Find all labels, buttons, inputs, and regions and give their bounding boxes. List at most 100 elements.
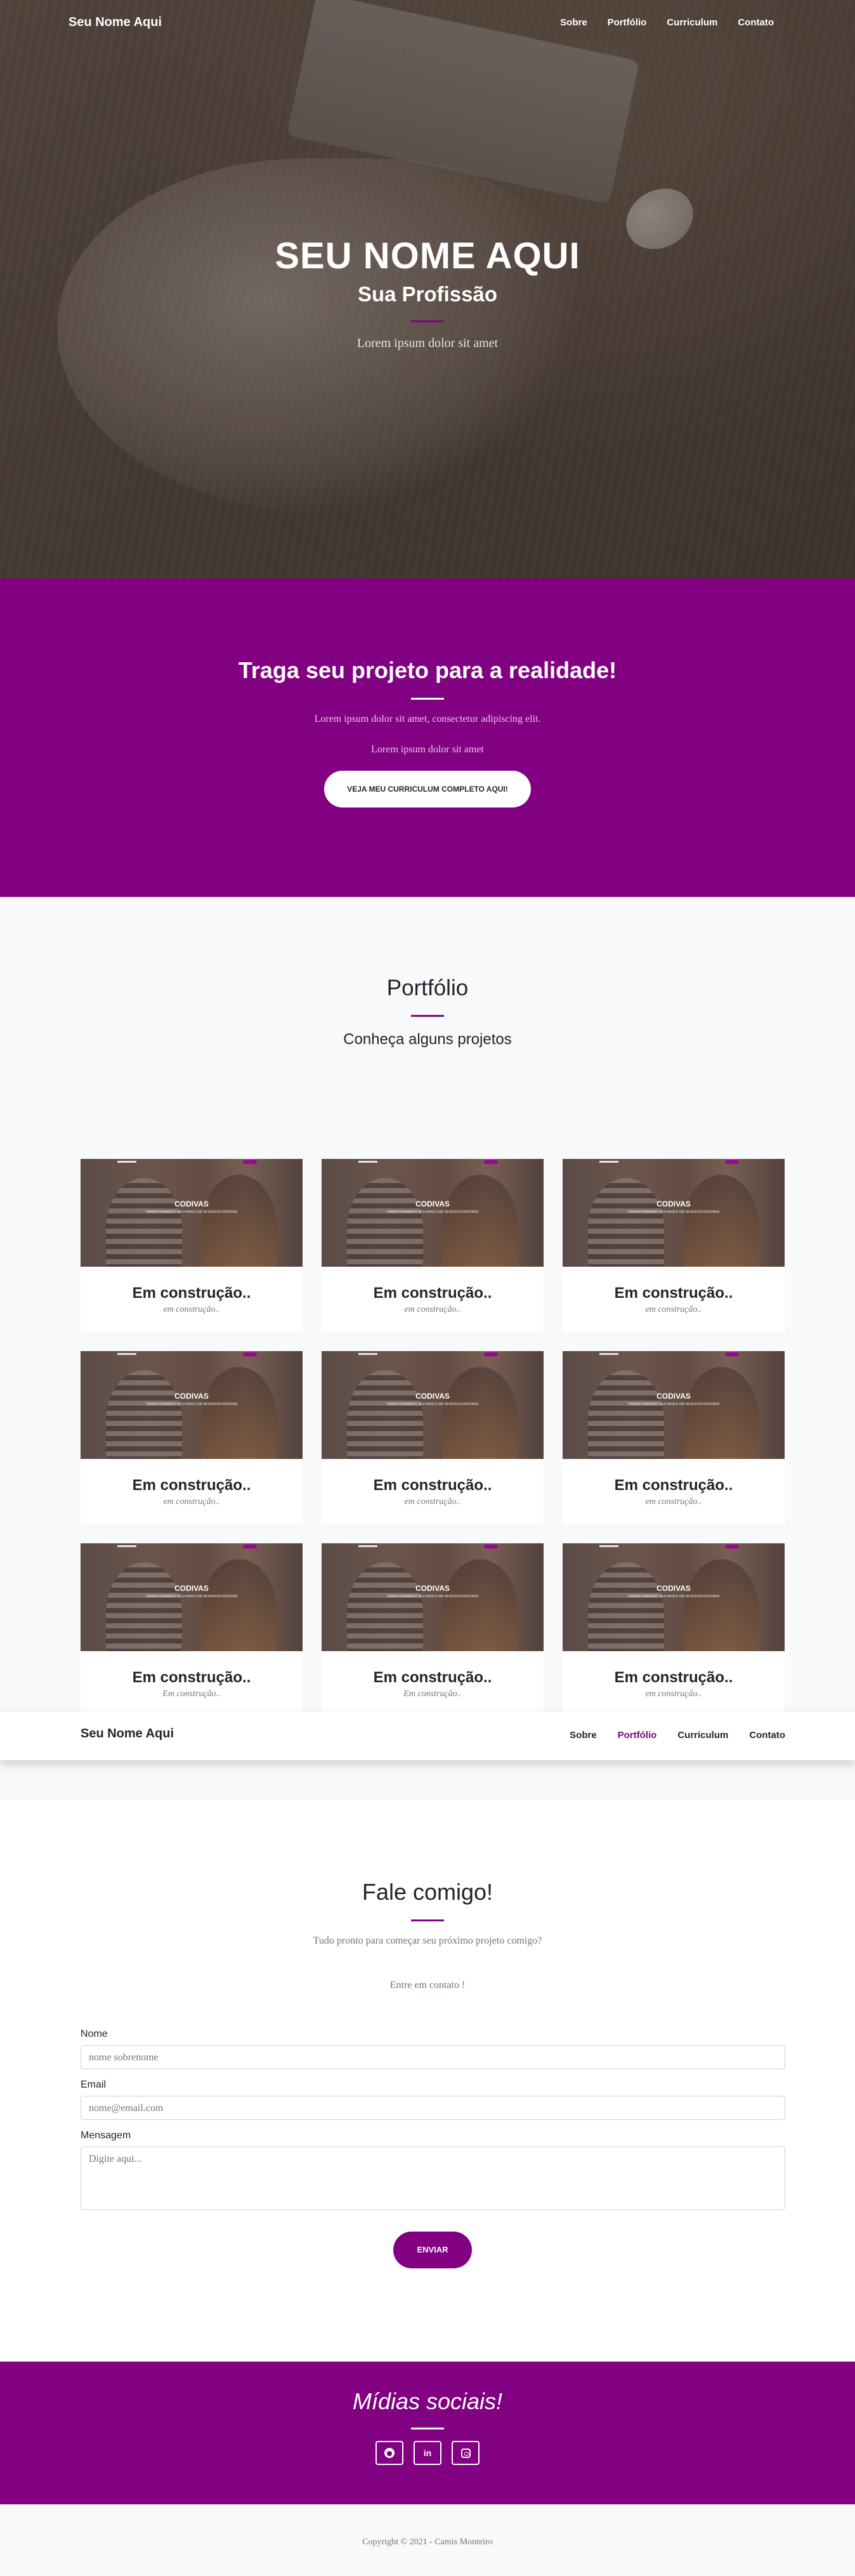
send-button[interactable]: ENVIAR <box>393 2232 472 2268</box>
contact-section: Fale comigo! Tudo pronto para começar se… <box>0 1800 855 2362</box>
project-thumbnail[interactable]: CODIVAS TRANSFORMANDO MULHERES EM DESENV… <box>563 1159 785 1267</box>
thumbnail-button <box>725 1352 739 1356</box>
portfolio-card[interactable]: CODIVAS TRANSFORMANDO MULHERES EM DESENV… <box>81 1543 303 1716</box>
project-thumbnail[interactable]: CODIVAS TRANSFORMANDO MULHERES EM DESENV… <box>322 1543 544 1651</box>
portfolio-divider <box>411 1015 444 1017</box>
hero-content: SEU NOME AQUI Sua Profissão Lorem ipsum … <box>0 235 855 351</box>
project-thumbnail[interactable]: CODIVAS TRANSFORMANDO MULHERES EM DESENV… <box>322 1351 544 1459</box>
name-field[interactable]: nome sobrenome <box>81 2045 785 2069</box>
project-thumbnail[interactable]: CODIVAS TRANSFORMANDO MULHERES EM DESENV… <box>81 1543 303 1651</box>
sticky-nav-link-contato[interactable]: Contato <box>749 1730 785 1741</box>
message-field[interactable]: Digite aqui... <box>81 2147 785 2210</box>
card-title: Em construção.. <box>132 1477 251 1494</box>
thumbnail-title: CODIVAS <box>415 1392 450 1401</box>
portfolio-card[interactable]: CODIVAS TRANSFORMANDO MULHERES EM DESENV… <box>563 1543 785 1716</box>
cta-title: Traga seu projeto para a realidade! <box>238 657 617 683</box>
hero-section: Seu Nome Aqui Sobre Portfólio Curriculum… <box>0 0 855 579</box>
card-title: Em construção.. <box>132 1669 251 1686</box>
contact-lead: Tudo pronto para começar seu próximo pro… <box>313 1935 542 1946</box>
navbar-links: Sobre Portfólio Curriculum Contato <box>560 17 774 28</box>
card-subtitle: em construção.. <box>645 1689 702 1699</box>
thumbnail-title: CODIVAS <box>415 1584 450 1593</box>
cta-text-1: Lorem ipsum dolor sit amet, consectetur … <box>314 714 541 724</box>
thumbnail-subtitle: TRANSFORMANDO MULHERES EM DESENVOLVEDORA… <box>386 1210 479 1214</box>
card-title: Em construção.. <box>614 1477 733 1494</box>
thumbnail-brand <box>599 1353 618 1355</box>
thumbnail-brand <box>599 1545 618 1547</box>
sticky-navbar: Seu Nome Aqui Sobre Portfólio Curriculum… <box>0 1712 855 1760</box>
thumbnail-button <box>725 1160 739 1164</box>
sticky-nav-link-portfolio[interactable]: Portfólio <box>618 1730 657 1741</box>
thumbnail-button <box>243 1352 257 1356</box>
linkedin-icon: in <box>423 2448 432 2458</box>
sticky-nav-link-curriculum[interactable]: Curriculum <box>677 1730 728 1741</box>
thumbnail-navbar <box>81 1159 303 1165</box>
thumbnail-subtitle: TRANSFORMANDO MULHERES EM DESENVOLVEDORA… <box>145 1210 238 1214</box>
card-subtitle: Em construção.. <box>162 1689 221 1699</box>
sticky-nav-link-sobre[interactable]: Sobre <box>570 1730 597 1741</box>
thumbnail-navbar <box>563 1543 785 1550</box>
top-navbar: Seu Nome Aqui Sobre Portfólio Curriculum… <box>0 0 855 46</box>
thumbnail-subtitle: TRANSFORMANDO MULHERES EM DESENVOLVEDORA… <box>386 1402 479 1406</box>
portfolio-card[interactable]: CODIVAS TRANSFORMANDO MULHERES EM DESENV… <box>322 1351 544 1524</box>
thumbnail-title: CODIVAS <box>656 1392 691 1401</box>
portfolio-card[interactable]: CODIVAS TRANSFORMANDO MULHERES EM DESENV… <box>563 1159 785 1332</box>
navbar-brand[interactable]: Seu Nome Aqui <box>69 15 162 30</box>
thumbnail-title: CODIVAS <box>656 1584 691 1593</box>
curriculum-button[interactable]: VEJA MEU CURRICULUM COMPLETO AQUI! <box>324 771 531 807</box>
thumbnail-navbar <box>81 1351 303 1357</box>
portfolio-card[interactable]: CODIVAS TRANSFORMANDO MULHERES EM DESENV… <box>322 1159 544 1332</box>
card-subtitle: em construção.. <box>645 1305 702 1314</box>
portfolio-card[interactable]: CODIVAS TRANSFORMANDO MULHERES EM DESENV… <box>81 1159 303 1332</box>
instagram-link[interactable] <box>452 2441 480 2465</box>
thumbnail-button <box>484 1545 498 1548</box>
portfolio-card[interactable]: CODIVAS TRANSFORMANDO MULHERES EM DESENV… <box>322 1543 544 1716</box>
card-subtitle: em construção.. <box>163 1305 220 1314</box>
email-label: Email <box>81 2079 107 2090</box>
thumbnail-navbar <box>563 1159 785 1165</box>
cta-text-2: Lorem ipsum dolor sit amet <box>371 744 484 755</box>
portfolio-card[interactable]: CODIVAS TRANSFORMANDO MULHERES EM DESENV… <box>563 1351 785 1524</box>
thumbnail-title: CODIVAS <box>174 1392 209 1401</box>
thumbnail-button <box>725 1545 739 1548</box>
nav-link-contato[interactable]: Contato <box>738 17 774 28</box>
hero-text: Lorem ipsum dolor sit amet <box>356 336 499 350</box>
cta-section: Traga seu projeto para a realidade! Lore… <box>0 579 855 897</box>
project-thumbnail[interactable]: CODIVAS TRANSFORMANDO MULHERES EM DESENV… <box>322 1159 544 1267</box>
project-thumbnail[interactable]: CODIVAS TRANSFORMANDO MULHERES EM DESENV… <box>81 1159 303 1267</box>
thumbnail-subtitle: TRANSFORMANDO MULHERES EM DESENVOLVEDORA… <box>145 1402 238 1406</box>
nav-link-curriculum[interactable]: Curriculum <box>667 17 717 28</box>
card-title: Em construção.. <box>373 1477 492 1494</box>
card-subtitle: em construção.. <box>645 1497 702 1507</box>
copyright-text: Copyright © 2021 - Camis Monteiro <box>362 2537 493 2547</box>
github-link[interactable] <box>375 2441 403 2465</box>
thumbnail-brand <box>117 1353 136 1355</box>
thumbnail-button <box>484 1352 498 1356</box>
contact-form: Nome nome sobrenome Email nome@email.com… <box>81 2029 785 2220</box>
hero-title: SEU NOME AQUI <box>275 235 580 277</box>
social-divider <box>411 2428 444 2429</box>
portfolio-card[interactable]: CODIVAS TRANSFORMANDO MULHERES EM DESENV… <box>81 1351 303 1524</box>
contact-title: Fale comigo! <box>362 1879 493 1905</box>
nav-link-sobre[interactable]: Sobre <box>560 17 587 28</box>
card-title: Em construção.. <box>373 1669 492 1686</box>
thumbnail-navbar <box>322 1351 544 1357</box>
portfolio-grid: CODIVAS TRANSFORMANDO MULHERES EM DESENV… <box>81 1159 786 1716</box>
card-subtitle: Em construção.. <box>403 1689 462 1699</box>
social-icons: in <box>0 2441 855 2465</box>
thumbnail-subtitle: TRANSFORMANDO MULHERES EM DESENVOLVEDORA… <box>627 1595 720 1599</box>
thumbnail-navbar <box>322 1159 544 1165</box>
card-subtitle: em construção.. <box>404 1305 461 1314</box>
sticky-navbar-brand[interactable]: Seu Nome Aqui <box>81 1727 174 1741</box>
thumbnail-navbar <box>81 1543 303 1550</box>
project-thumbnail[interactable]: CODIVAS TRANSFORMANDO MULHERES EM DESENV… <box>563 1351 785 1459</box>
thumbnail-title: CODIVAS <box>174 1584 209 1593</box>
name-label: Nome <box>81 2029 108 2039</box>
project-thumbnail[interactable]: CODIVAS TRANSFORMANDO MULHERES EM DESENV… <box>81 1351 303 1459</box>
email-field[interactable]: nome@email.com <box>81 2096 785 2120</box>
hero-divider <box>411 320 444 322</box>
nav-link-portfolio[interactable]: Portfólio <box>608 17 647 28</box>
portfolio-subtitle: Conheça alguns projetos <box>343 1031 512 1048</box>
linkedin-link[interactable]: in <box>414 2441 441 2465</box>
project-thumbnail[interactable]: CODIVAS TRANSFORMANDO MULHERES EM DESENV… <box>563 1543 785 1651</box>
